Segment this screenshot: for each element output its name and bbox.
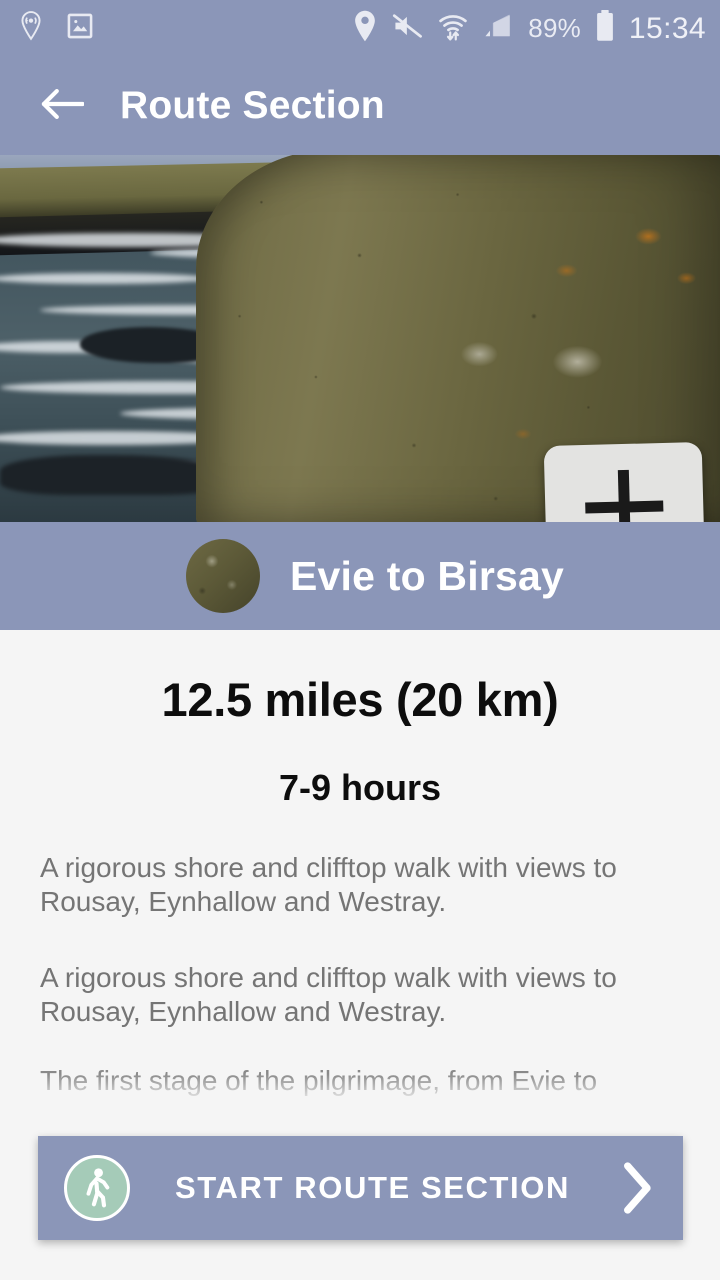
battery-icon: [595, 10, 615, 47]
cellular-signal-icon: [482, 12, 514, 45]
route-description-paragraph: The first stage of the pilgrimage, from …: [40, 1064, 598, 1096]
app-screen: 89% 15:34 Route Section Evie to Birsay 1…: [0, 0, 720, 1280]
battery-percent-label: 89%: [528, 13, 581, 43]
wifi-transfer-icon: [438, 11, 468, 46]
route-description-paragraph: A rigorous shore and clifftop walk with …: [40, 962, 617, 1028]
chevron-right-icon: [623, 1162, 653, 1214]
start-route-section-button[interactable]: START ROUTE SECTION: [38, 1136, 683, 1240]
location-pin-icon: [352, 10, 378, 47]
status-bar-left-icons: [18, 11, 94, 46]
route-distance: 12.5 miles (20 km): [161, 673, 559, 726]
hero-wave: [0, 273, 210, 284]
walking-person-icon: [64, 1155, 130, 1221]
back-arrow-icon: [40, 87, 85, 126]
route-duration: 7-9 hours: [278, 767, 442, 808]
route-section-header: Evie to Birsay: [0, 522, 720, 630]
route-thumbnail-avatar: [186, 539, 260, 613]
waymarker-sign: [543, 441, 707, 522]
status-bar-right-icons: 89% 15:34: [352, 10, 706, 47]
app-bar: Route Section: [0, 57, 720, 155]
route-description-paragraph: A rigorous shore and clifftop walk with …: [40, 852, 617, 918]
hero-image: [0, 155, 720, 522]
page-title: Route Section: [120, 84, 385, 127]
start-route-section-label: START ROUTE SECTION: [175, 1170, 570, 1205]
back-button[interactable]: [32, 76, 92, 136]
route-details-scroll[interactable]: 12.5 miles (20 km) 7-9 hours A rigorous …: [0, 630, 720, 1130]
volume-mute-icon: [392, 12, 424, 45]
status-bar: 89% 15:34: [0, 0, 720, 57]
photo-icon: [66, 12, 94, 45]
route-section-title: Evie to Birsay: [290, 552, 564, 599]
location-beacon-icon: [18, 11, 44, 46]
status-bar-clock: 15:34: [628, 11, 706, 45]
